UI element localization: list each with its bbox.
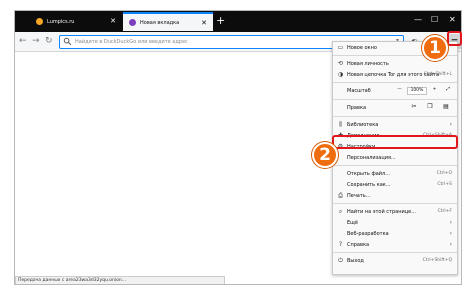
menu-item-print[interactable]: ⎙ Печать... (333, 190, 457, 201)
close-window-icon[interactable]: ✕ (449, 14, 456, 26)
status-bar: Передача данных с area23wa3d32yqu.onion.… (15, 276, 225, 284)
chevron-right-icon: › (449, 219, 452, 226)
zoom-label: Масштаб (347, 88, 371, 94)
menu-separator (333, 165, 457, 166)
help-icon: ? (338, 241, 343, 248)
menu-item-label: Новая личность (347, 60, 389, 67)
url-placeholder: Найдите в DuckDuckGo или введите адрес (75, 39, 188, 45)
tab-label: Новая вкладка (140, 19, 180, 26)
tab-lumpics[interactable]: Lumpics.ru ✕ (30, 12, 122, 31)
edit-row: Правка ✂ ❐ ▤ (333, 102, 457, 114)
tab-strip: Lumpics.ru ✕ Новая вкладка ✕ + — ☐ ✕ (15, 11, 461, 32)
step-badge-2: 2 (312, 142, 338, 168)
menu-item-customize[interactable]: Персонализация... (333, 152, 457, 163)
tor-circuit-icon: ◑ (337, 71, 344, 78)
menu-item-find[interactable]: ⌕ Найти на этой странице... Ctrl+F (333, 206, 457, 217)
shortcut-label: Ctrl+S (437, 182, 452, 187)
menu-item-more[interactable]: Ещё › (333, 217, 457, 228)
shortcut-label: Ctrl+Shift+L (423, 72, 452, 77)
menu-item-web-dev[interactable]: Веб-разработка › (333, 228, 457, 239)
menu-item-label: Печать... (347, 192, 371, 199)
menu-item-label: Сохранить как... (347, 181, 391, 188)
cut-icon[interactable]: ✂ (409, 104, 419, 112)
menu-item-library[interactable]: ⫼ Библиотека › (333, 119, 457, 130)
tor-favicon-icon (129, 19, 136, 26)
menu-item-new-tor-circuit[interactable]: ◑ Новая цепочка Tor для этого сайта Ctrl… (333, 69, 457, 80)
paste-icon[interactable]: ▤ (441, 104, 451, 112)
library-icon: ⫼ (339, 121, 342, 128)
menu-separator (333, 203, 457, 204)
menu-item-label: Открыть файл... (347, 170, 390, 177)
minimize-icon[interactable]: — (414, 14, 422, 26)
web-dev-icon (337, 230, 344, 237)
menu-item-open-file[interactable]: Открыть файл... Ctrl+O (333, 168, 457, 179)
menu-item-label: Веб-разработка (347, 230, 389, 237)
zoom-in-button[interactable]: + (430, 87, 439, 95)
broom-icon: ⟲ (337, 60, 344, 67)
menu-item-label: Выход (347, 257, 364, 264)
shortcut-label: Ctrl+F (437, 209, 452, 214)
menu-item-label: Ещё (347, 219, 358, 226)
maximize-icon[interactable]: ☐ (431, 14, 438, 26)
printer-icon: ⎙ (338, 192, 343, 199)
menu-item-label: Найти на этой странице... (347, 208, 416, 215)
menu-button-highlight (447, 31, 462, 46)
edit-label: Правка (347, 105, 367, 111)
search-icon: ⌕ (338, 208, 343, 215)
menu-separator (333, 82, 457, 83)
lumpics-favicon-icon (36, 18, 43, 25)
shortcut-label: Ctrl+O (436, 171, 452, 176)
chevron-right-icon: › (449, 230, 452, 237)
menu-item-exit[interactable]: ⏻ Выход Ctrl+Shift+Q (333, 255, 457, 266)
menu-separator (333, 116, 457, 117)
app-menu-panel: ▭ Новое окно ⟲ Новая личность ◑ Новая це… (332, 41, 458, 275)
save-icon (337, 181, 344, 188)
chevron-right-icon: › (449, 241, 452, 248)
menu-separator (333, 99, 457, 100)
paintbrush-icon (337, 154, 344, 161)
close-tab-icon[interactable]: ✕ (201, 18, 207, 28)
new-window-icon: ▭ (337, 44, 344, 51)
forward-icon[interactable]: → (32, 35, 40, 48)
menu-item-label: Библиотека (347, 121, 379, 128)
new-tab-button[interactable]: + (216, 13, 225, 29)
close-tab-icon[interactable]: ✕ (110, 16, 116, 26)
reload-icon[interactable]: ↻ (45, 35, 53, 48)
back-icon[interactable]: ← (19, 35, 27, 48)
chevron-right-icon: › (449, 121, 452, 128)
zoom-row: Масштаб — 100% + ⤢ (333, 85, 457, 97)
menu-item-save-as[interactable]: Сохранить как... Ctrl+S (333, 179, 457, 190)
power-icon: ⏻ (338, 257, 343, 264)
menu-item-label: Новое окно (347, 44, 377, 51)
menu-item-label: Справка (347, 241, 370, 248)
zoom-value[interactable]: 100% (407, 87, 427, 95)
menu-item-label: Персонализация... (347, 154, 396, 161)
more-icon (337, 219, 344, 226)
tab-new[interactable]: Новая вкладка ✕ (123, 12, 213, 31)
step-badge-1: 1 (422, 35, 448, 61)
tab-label: Lumpics.ru (47, 18, 75, 25)
menu-separator (333, 252, 457, 253)
search-icon (63, 37, 72, 46)
zoom-out-button[interactable]: — (395, 87, 404, 95)
menu-item-help[interactable]: ? Справка › (333, 239, 457, 250)
open-file-icon (337, 170, 344, 177)
fullscreen-icon[interactable]: ⤢ (443, 87, 453, 95)
shortcut-label: Ctrl+Shift+Q (422, 258, 452, 263)
copy-icon[interactable]: ❐ (425, 104, 435, 112)
settings-highlight (332, 135, 458, 149)
